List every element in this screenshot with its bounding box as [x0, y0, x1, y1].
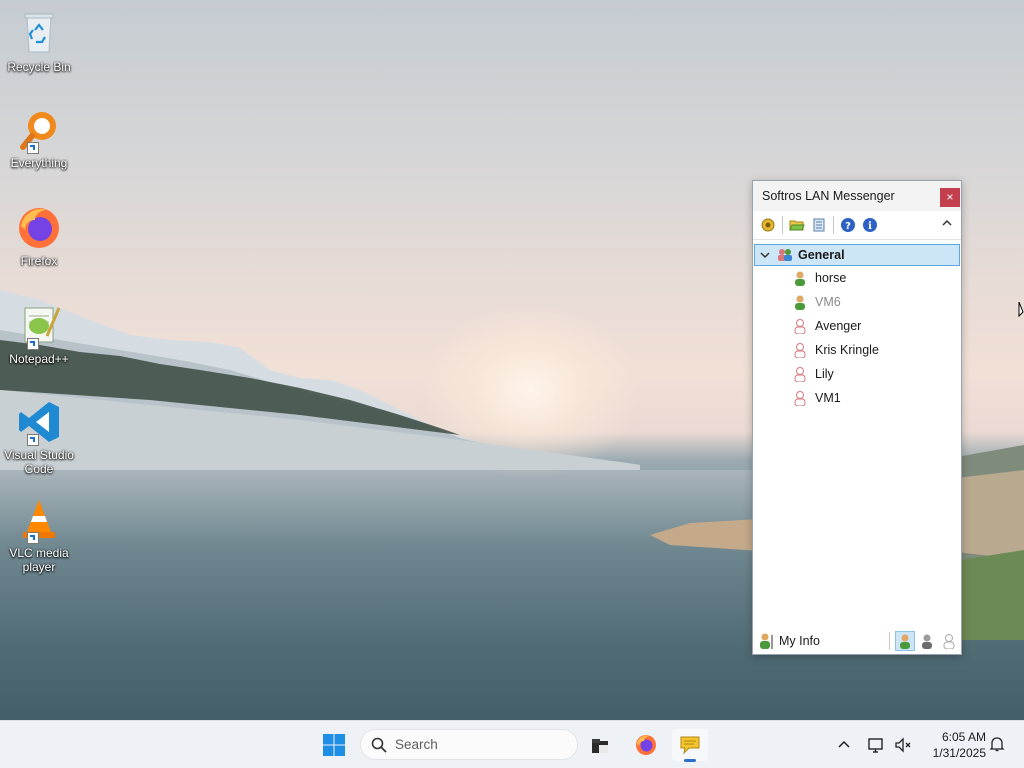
contact-row[interactable]: Avenger [753, 314, 961, 338]
contact-name: VM6 [815, 295, 841, 309]
svg-text:i: i [868, 221, 872, 232]
about-button[interactable]: i [860, 215, 880, 235]
group-name: General [798, 248, 845, 262]
softros-messenger-icon [680, 736, 700, 755]
status-offline-button[interactable] [939, 631, 959, 651]
my-info-button[interactable]: My Info [779, 634, 820, 648]
shortcut-arrow-icon [27, 532, 39, 544]
active-app-indicator [684, 759, 696, 762]
desktop-icon-label: Everything [10, 156, 68, 170]
user-busy-icon [922, 634, 932, 649]
messenger-toolbar: ? i [753, 211, 961, 240]
window-titlebar[interactable]: Softros LAN Messenger × [753, 181, 961, 211]
search-icon [371, 737, 387, 752]
status-selector [889, 631, 959, 651]
taskbar: Search 6:05 AM 1/31/2025 [0, 720, 1024, 768]
gear-icon [761, 218, 775, 232]
file-explorer-icon [592, 739, 608, 753]
wallpaper-hills [0, 290, 640, 470]
recycle-bin-icon [15, 10, 63, 58]
volume-muted-icon[interactable] [893, 735, 913, 755]
desktop-icon-label: VLC media player [9, 546, 69, 574]
desktop-icon-vlc[interactable]: VLC media player [2, 496, 76, 574]
everything-search-icon [15, 106, 63, 154]
search-placeholder: Search [395, 737, 438, 752]
contact-name: VM1 [815, 391, 841, 405]
desktop-icon-label: Notepad++ [9, 352, 69, 366]
user-away-icon [794, 367, 806, 382]
window-title: Softros LAN Messenger [762, 189, 895, 203]
shortcut-arrow-icon [27, 434, 39, 446]
contact-row[interactable]: Kris Kringle [753, 338, 961, 362]
user-offline-icon [943, 634, 955, 649]
notepad-plus-plus-icon [15, 302, 63, 350]
contact-row[interactable]: VM6 [753, 290, 961, 314]
desktop-icon-everything[interactable]: Everything [2, 106, 76, 170]
settings-button[interactable] [758, 215, 778, 235]
contact-name: horse [815, 271, 847, 285]
desktop-icon-firefox[interactable]: Firefox [2, 204, 76, 268]
network-icon[interactable] [866, 735, 886, 755]
contact-name: Lily [815, 367, 834, 381]
start-windows-icon[interactable] [322, 733, 346, 757]
taskbar-app-softros-messenger[interactable] [672, 729, 708, 762]
user-online-icon [795, 271, 805, 286]
status-online-button[interactable] [895, 631, 915, 651]
toolbar-separator [782, 216, 783, 234]
vscode-icon [15, 398, 63, 446]
shortcut-arrow-icon [27, 338, 39, 350]
notification-bell-icon[interactable] [988, 735, 1006, 753]
message-history-button[interactable] [809, 215, 829, 235]
toolbar-separator [833, 216, 834, 234]
contact-row[interactable]: horse [753, 266, 961, 290]
desktop-icon-notepad-plus-plus[interactable]: Notepad++ [2, 302, 76, 366]
status-busy-button[interactable] [917, 631, 937, 651]
firefox-icon [636, 735, 656, 755]
info-icon: i [863, 218, 877, 232]
chevron-up-icon[interactable] [836, 737, 852, 753]
softros-messenger-window: Softros LAN Messenger × ? i General hors… [752, 180, 962, 655]
open-folder-button[interactable] [787, 215, 807, 235]
help-icon: ? [841, 218, 855, 232]
contact-name: Kris Kringle [815, 343, 879, 357]
user-online-icon [795, 295, 805, 310]
system-clock[interactable]: 6:05 AM 1/31/2025 [916, 729, 986, 761]
group-row-general[interactable]: General [754, 244, 960, 266]
mouse-cursor-icon [1018, 302, 1024, 318]
folder-open-icon [789, 220, 805, 231]
chevron-down-icon[interactable] [758, 249, 772, 261]
desktop-icon-label: Firefox [20, 254, 58, 268]
chevron-up-icon[interactable] [941, 217, 953, 229]
taskbar-app-firefox[interactable] [628, 729, 664, 761]
messenger-statusbar: My Info [753, 628, 961, 654]
desktop-icon-label: Recycle Bin [7, 60, 71, 74]
help-button[interactable]: ? [838, 215, 858, 235]
history-book-icon [813, 218, 825, 232]
taskbar-app-file-explorer[interactable] [582, 729, 618, 761]
contact-row[interactable]: VM1 [753, 386, 961, 410]
user-away-icon [794, 319, 806, 334]
contact-tree: General horse VM6 Avenger Kris Kringle L… [753, 240, 961, 410]
svg-text:?: ? [845, 221, 851, 232]
clock-time: 6:05 AM [941, 730, 986, 744]
wallpaper-reeds [650, 519, 760, 551]
desktop-icon-label: Visual Studio Code [4, 448, 74, 476]
contact-name: Avenger [815, 319, 862, 333]
clock-date: 1/31/2025 [932, 746, 986, 760]
contact-row[interactable]: Lily [753, 362, 961, 386]
group-users-icon [778, 249, 792, 261]
user-online-icon [900, 634, 910, 649]
statusbar-separator [889, 632, 890, 650]
my-info-icon [760, 633, 773, 649]
taskbar-search-box[interactable]: Search [360, 729, 578, 760]
close-button[interactable]: × [940, 188, 960, 207]
firefox-icon [15, 204, 63, 252]
user-away-icon [794, 343, 806, 358]
shortcut-arrow-icon [27, 142, 39, 154]
desktop-icon-vscode[interactable]: Visual Studio Code [2, 398, 76, 476]
desktop-icon-recycle-bin[interactable]: Recycle Bin [2, 10, 76, 74]
vlc-icon [15, 496, 63, 544]
user-away-icon [794, 391, 806, 406]
